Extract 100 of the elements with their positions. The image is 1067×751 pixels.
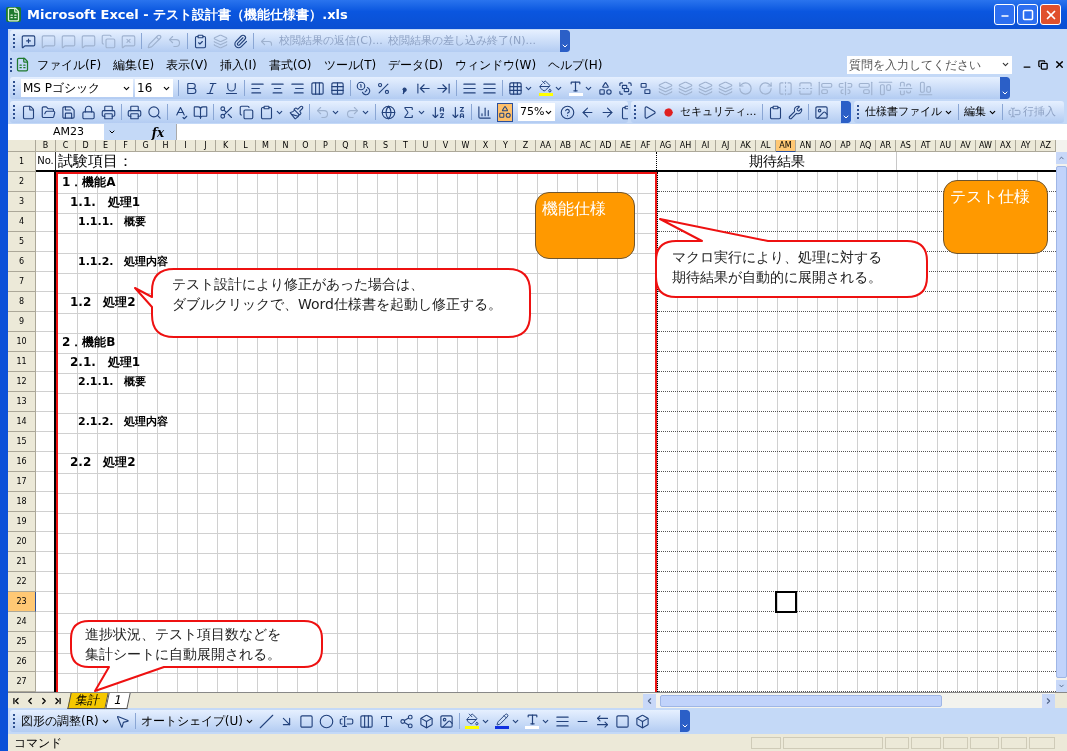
help-search-field[interactable]: 質問を入力してください <box>847 55 1012 74</box>
column-header[interactable]: AN <box>796 140 816 152</box>
column-header[interactable]: AA <box>536 140 556 152</box>
column-header[interactable]: AC <box>576 140 596 152</box>
column-header[interactable]: AB <box>556 140 576 152</box>
row-header[interactable]: 11 <box>8 352 36 372</box>
font-combo[interactable]: MS Pゴシック <box>21 79 133 97</box>
column-header[interactable]: I <box>176 140 196 152</box>
menu-item[interactable]: 挿入(I) <box>214 55 262 74</box>
column-header[interactable]: O <box>296 140 316 152</box>
toolbar-menu[interactable]: 仕様書ファイル <box>865 103 953 121</box>
toolbar-menu[interactable]: 編集 <box>964 103 997 121</box>
row-header[interactable]: 15 <box>8 432 36 452</box>
column-header[interactable]: AF <box>636 140 656 152</box>
column-header[interactable]: X <box>476 140 496 152</box>
autoshapes-menu[interactable]: オートシェイプ(U) <box>140 712 254 730</box>
column-header[interactable]: W <box>456 140 476 152</box>
row-header[interactable]: 8 <box>8 292 36 312</box>
column-header[interactable]: AU <box>936 140 956 152</box>
column-header[interactable]: AW <box>976 140 996 152</box>
column-header[interactable]: Z <box>516 140 536 152</box>
row-header[interactable]: 7 <box>8 272 36 292</box>
column-header[interactable]: R <box>356 140 376 152</box>
column-header[interactable]: AS <box>896 140 916 152</box>
row-header[interactable]: 1 <box>8 152 36 172</box>
sheet-tab[interactable]: 集計 <box>67 692 109 709</box>
menu-item[interactable]: ツール(T) <box>318 55 382 74</box>
column-header[interactable]: T <box>396 140 416 152</box>
row-header[interactable]: 12 <box>8 372 36 392</box>
row-header[interactable]: 16 <box>8 452 36 472</box>
column-header[interactable]: AJ <box>716 140 736 152</box>
row-header[interactable]: 26 <box>8 652 36 672</box>
column-header[interactable]: L <box>236 140 256 152</box>
column-header[interactable]: M <box>256 140 276 152</box>
column-header[interactable]: AE <box>616 140 636 152</box>
draw-menu[interactable]: 図形の調整(R) <box>21 712 110 730</box>
row-header[interactable]: 10 <box>8 332 36 352</box>
menu-item[interactable]: ヘルプ(H) <box>543 55 608 74</box>
outline-item: 1.2 処理2 <box>70 294 136 311</box>
row-header[interactable]: 6 <box>8 252 36 272</box>
row-header[interactable]: 27 <box>8 672 36 692</box>
menu-item[interactable]: 書式(O) <box>263 55 317 74</box>
column-header[interactable]: AY <box>1016 140 1036 152</box>
sheet-tab[interactable]: 1 <box>105 692 131 709</box>
row-header[interactable]: 17 <box>8 472 36 492</box>
column-header[interactable]: AG <box>656 140 676 152</box>
row-header[interactable]: 2 <box>8 172 36 192</box>
column-header[interactable]: AO <box>816 140 836 152</box>
function-label[interactable]: fx <box>120 124 176 140</box>
column-header[interactable]: AH <box>676 140 696 152</box>
column-header[interactable]: AR <box>876 140 896 152</box>
column-header[interactable]: AI <box>696 140 716 152</box>
column-header[interactable]: E <box>96 140 116 152</box>
row-header[interactable]: 21 <box>8 552 36 572</box>
row-header[interactable]: 23 <box>8 592 36 612</box>
row-header[interactable]: 14 <box>8 412 36 432</box>
column-header[interactable]: C <box>56 140 76 152</box>
column-header[interactable]: AP <box>836 140 856 152</box>
column-header[interactable]: AQ <box>856 140 876 152</box>
column-header[interactable]: P <box>316 140 336 152</box>
row-header[interactable]: 18 <box>8 492 36 512</box>
row-header[interactable]: 5 <box>8 232 36 252</box>
column-header[interactable]: Q <box>336 140 356 152</box>
menu-item[interactable]: ウィンドウ(W) <box>449 55 542 74</box>
security-button[interactable]: セキュリティ... <box>680 103 757 121</box>
column-header[interactable]: AK <box>736 140 756 152</box>
column-header[interactable]: AT <box>916 140 936 152</box>
row-header[interactable]: 3 <box>8 192 36 212</box>
column-header[interactable]: U <box>416 140 436 152</box>
column-header[interactable]: J <box>196 140 216 152</box>
column-header[interactable]: Y <box>496 140 516 152</box>
row-header[interactable]: 4 <box>8 212 36 232</box>
column-header[interactable]: V <box>436 140 456 152</box>
row-header[interactable]: 20 <box>8 532 36 552</box>
menu-item[interactable]: ファイル(F) <box>32 55 107 74</box>
font-size-combo[interactable]: 16 <box>135 79 173 97</box>
menu-item[interactable]: データ(D) <box>383 55 448 74</box>
column-header[interactable]: B <box>36 140 56 152</box>
row-header[interactable]: 24 <box>8 612 36 632</box>
column-header[interactable]: D <box>76 140 96 152</box>
column-header[interactable]: F <box>116 140 136 152</box>
row-header[interactable]: 19 <box>8 512 36 532</box>
column-header[interactable]: K <box>216 140 236 152</box>
column-header[interactable]: AV <box>956 140 976 152</box>
menu-item[interactable]: 編集(E) <box>108 55 160 74</box>
zoom-combo[interactable]: 75% <box>518 103 556 121</box>
column-header[interactable]: G <box>136 140 156 152</box>
row-header[interactable]: 25 <box>8 632 36 652</box>
column-header[interactable]: AM <box>776 140 796 152</box>
column-header[interactable]: AZ <box>1036 140 1056 152</box>
column-header[interactable]: AL <box>756 140 776 152</box>
menu-item[interactable]: 表示(V) <box>161 55 213 74</box>
column-header[interactable]: AD <box>596 140 616 152</box>
row-header[interactable]: 9 <box>8 312 36 332</box>
column-header[interactable]: H <box>156 140 176 152</box>
column-header[interactable]: S <box>376 140 396 152</box>
column-header[interactable]: AX <box>996 140 1016 152</box>
row-header[interactable]: 22 <box>8 572 36 592</box>
row-header[interactable]: 13 <box>8 392 36 412</box>
column-header[interactable]: N <box>276 140 296 152</box>
